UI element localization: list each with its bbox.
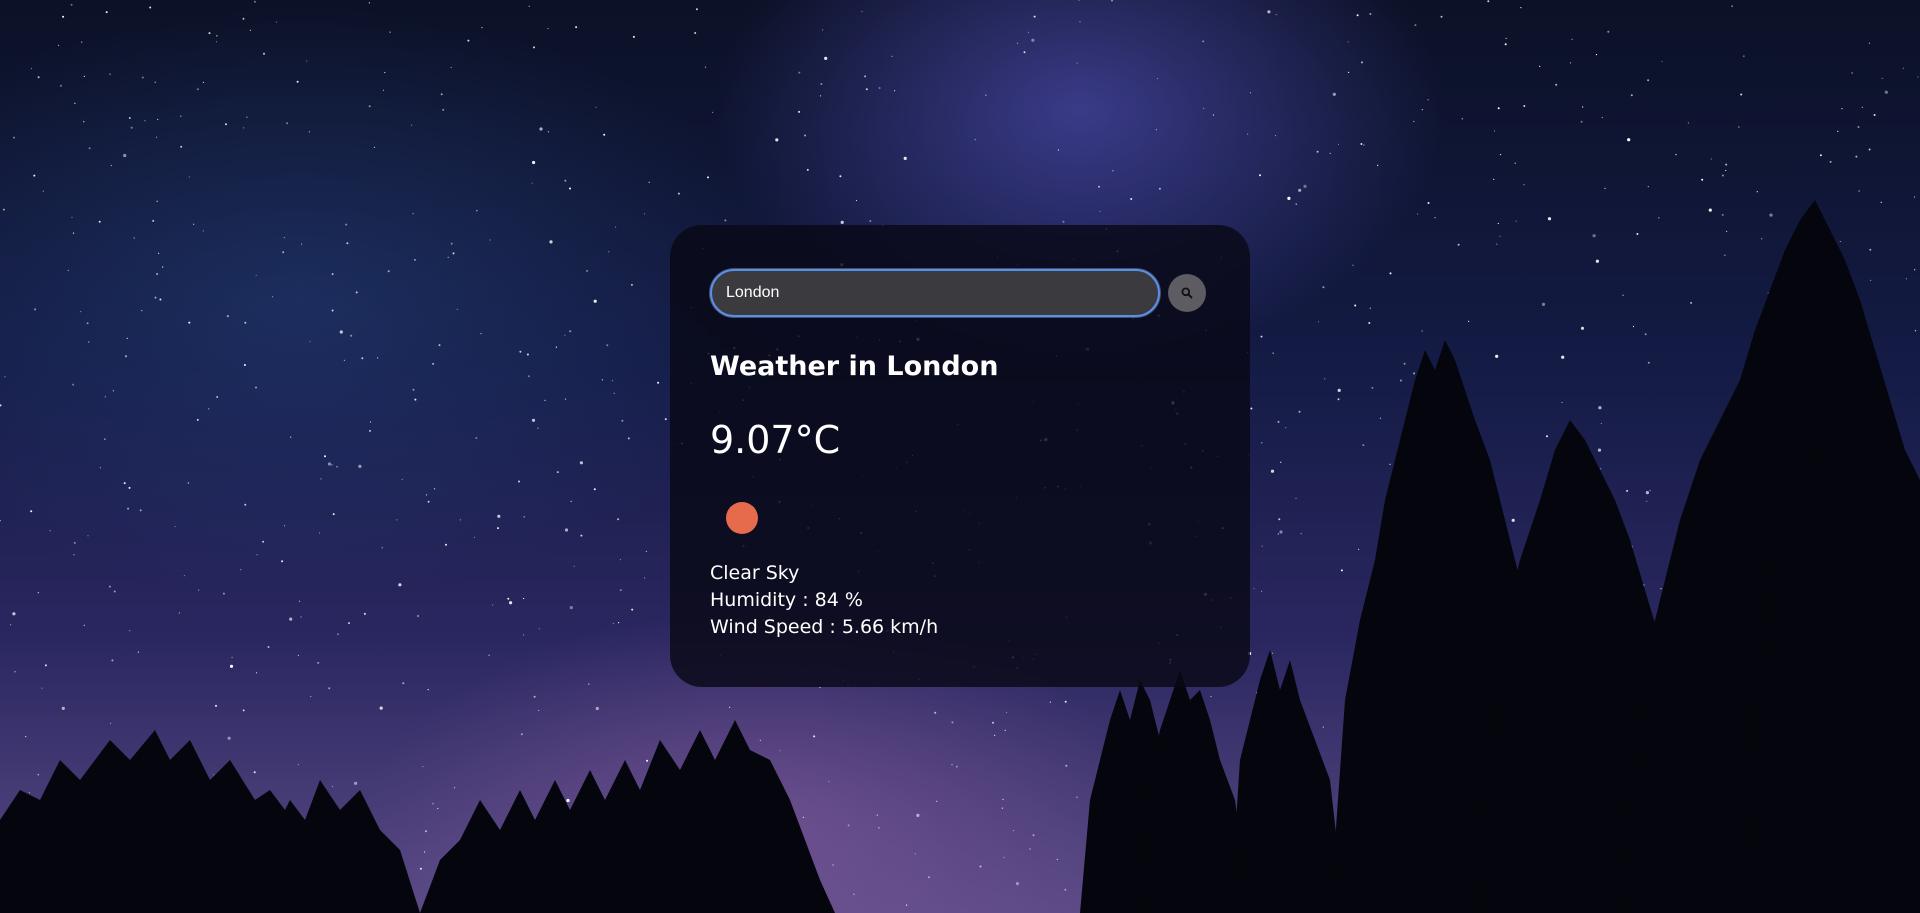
city-title: Weather in London	[710, 351, 999, 382]
search-icon	[1181, 287, 1193, 299]
search-button[interactable]	[1168, 274, 1206, 312]
humidity-readout: Humidity : 84 %	[710, 589, 863, 611]
city-search-input[interactable]	[710, 269, 1160, 317]
weather-icon-container	[710, 486, 774, 550]
temperature: 9.07°C	[710, 418, 841, 462]
search-bar	[710, 269, 1210, 317]
wind-speed-readout: Wind Speed : 5.66 km/h	[710, 616, 939, 638]
sun-icon	[726, 502, 758, 534]
weather-card: Weather in London 9.07°C Clear Sky Humid…	[670, 225, 1250, 687]
weather-description: Clear Sky	[710, 562, 800, 584]
